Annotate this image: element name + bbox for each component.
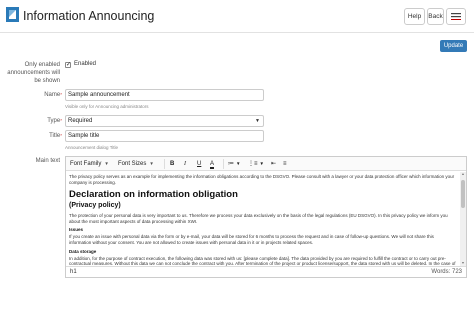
toolbar-divider	[223, 159, 224, 169]
scroll-up-icon[interactable]: ▲	[460, 172, 466, 177]
outdent-button[interactable]: ⇤	[271, 159, 276, 169]
top-bar: Information Announcing Help Back	[0, 0, 474, 33]
font-family-label: Font Family	[70, 161, 102, 167]
update-button[interactable]: Update	[440, 40, 467, 52]
title-label-text: Title	[49, 133, 61, 139]
text-color-icon: A	[210, 161, 215, 169]
page-title: Information Announcing	[23, 9, 155, 23]
enabled-label: Only enabled announcements will be shown	[7, 62, 60, 84]
editor-scrollbar[interactable]: ▲ ▼	[460, 172, 466, 266]
paragraph: In addition, for the purpose of contract…	[69, 255, 456, 266]
app-logo-icon	[6, 7, 19, 22]
chevron-down-icon: ▼	[259, 161, 264, 166]
chevron-down-icon: ▼	[255, 118, 260, 124]
enabled-option-label: Enabled	[74, 61, 97, 67]
font-size-label: Font Sizes	[118, 161, 147, 167]
heading-2: (Privacy policy)	[69, 202, 121, 210]
numbered-list-icon: ⋮≡	[248, 161, 258, 167]
main-text-label: Main text	[35, 158, 60, 164]
bullet-list-icon: ≔	[228, 161, 234, 167]
paragraph: If you create an issue with personal dat…	[69, 234, 434, 245]
word-count: Words: 723	[431, 269, 462, 275]
indent-button[interactable]: ≡	[283, 159, 287, 169]
type-select-value: Required	[68, 118, 93, 124]
required-marker: *	[60, 92, 62, 97]
heading-1: Declaration on information obligation	[69, 189, 238, 201]
bullet-list-button[interactable]: ≔ ▼	[228, 159, 240, 169]
hamburger-icon	[451, 13, 461, 20]
font-family-select[interactable]: Font Family ▼	[68, 159, 109, 169]
required-marker: *	[60, 133, 62, 138]
numbered-list-button[interactable]: ⋮≡ ▼	[248, 159, 264, 169]
chevron-down-icon: ▼	[104, 161, 109, 166]
back-button[interactable]: Back	[427, 8, 444, 25]
paragraph: The protection of your personal data is …	[69, 213, 448, 224]
rich-text-editor[interactable]: Font Family ▼ Font Sizes ▼ B I U A ≔ ▼ ⋮≡ ▼ …	[65, 156, 467, 278]
name-label: Name*	[44, 91, 62, 99]
title-input[interactable]: Sample title	[65, 130, 264, 142]
heading-data-storage: Data storage	[69, 248, 97, 254]
menu-button[interactable]	[446, 8, 466, 25]
editor-content[interactable]: The privacy policy serves as an example …	[66, 172, 460, 266]
chevron-down-icon: ▼	[236, 161, 241, 166]
name-help-text: Visible only for Announcing administrato…	[65, 104, 149, 109]
required-marker: *	[60, 118, 62, 123]
name-input[interactable]: Sample announcement	[65, 89, 264, 101]
title-help-text: Announcement dialog Title	[65, 145, 119, 150]
editor-status-bar: h1 Words: 723	[66, 266, 466, 277]
help-button[interactable]: Help	[404, 8, 425, 25]
type-label-text: Type	[47, 118, 61, 124]
italic-button[interactable]: I	[184, 159, 186, 169]
type-select[interactable]: Required ▼	[65, 115, 264, 127]
name-label-text: Name	[44, 92, 61, 98]
font-size-select[interactable]: Font Sizes ▼	[116, 159, 154, 169]
editor-toolbar: Font Family ▼ Font Sizes ▼ B I U A ≔ ▼ ⋮≡ ▼ …	[66, 157, 466, 171]
underline-button[interactable]: U	[197, 159, 201, 169]
enabled-checkbox[interactable]: ✓	[65, 62, 71, 68]
chevron-down-icon: ▼	[149, 161, 154, 166]
heading-issues: Issues	[69, 227, 84, 233]
text-color-button[interactable]: A	[210, 159, 215, 169]
toolbar-divider	[164, 159, 165, 169]
intro-paragraph: The privacy policy serves as an example …	[69, 174, 455, 185]
element-path: h1	[70, 269, 77, 275]
title-label: Title*	[49, 132, 62, 140]
type-label: Type*	[47, 117, 62, 125]
scrollbar-thumb[interactable]	[461, 180, 465, 208]
bold-button[interactable]: B	[170, 159, 174, 169]
